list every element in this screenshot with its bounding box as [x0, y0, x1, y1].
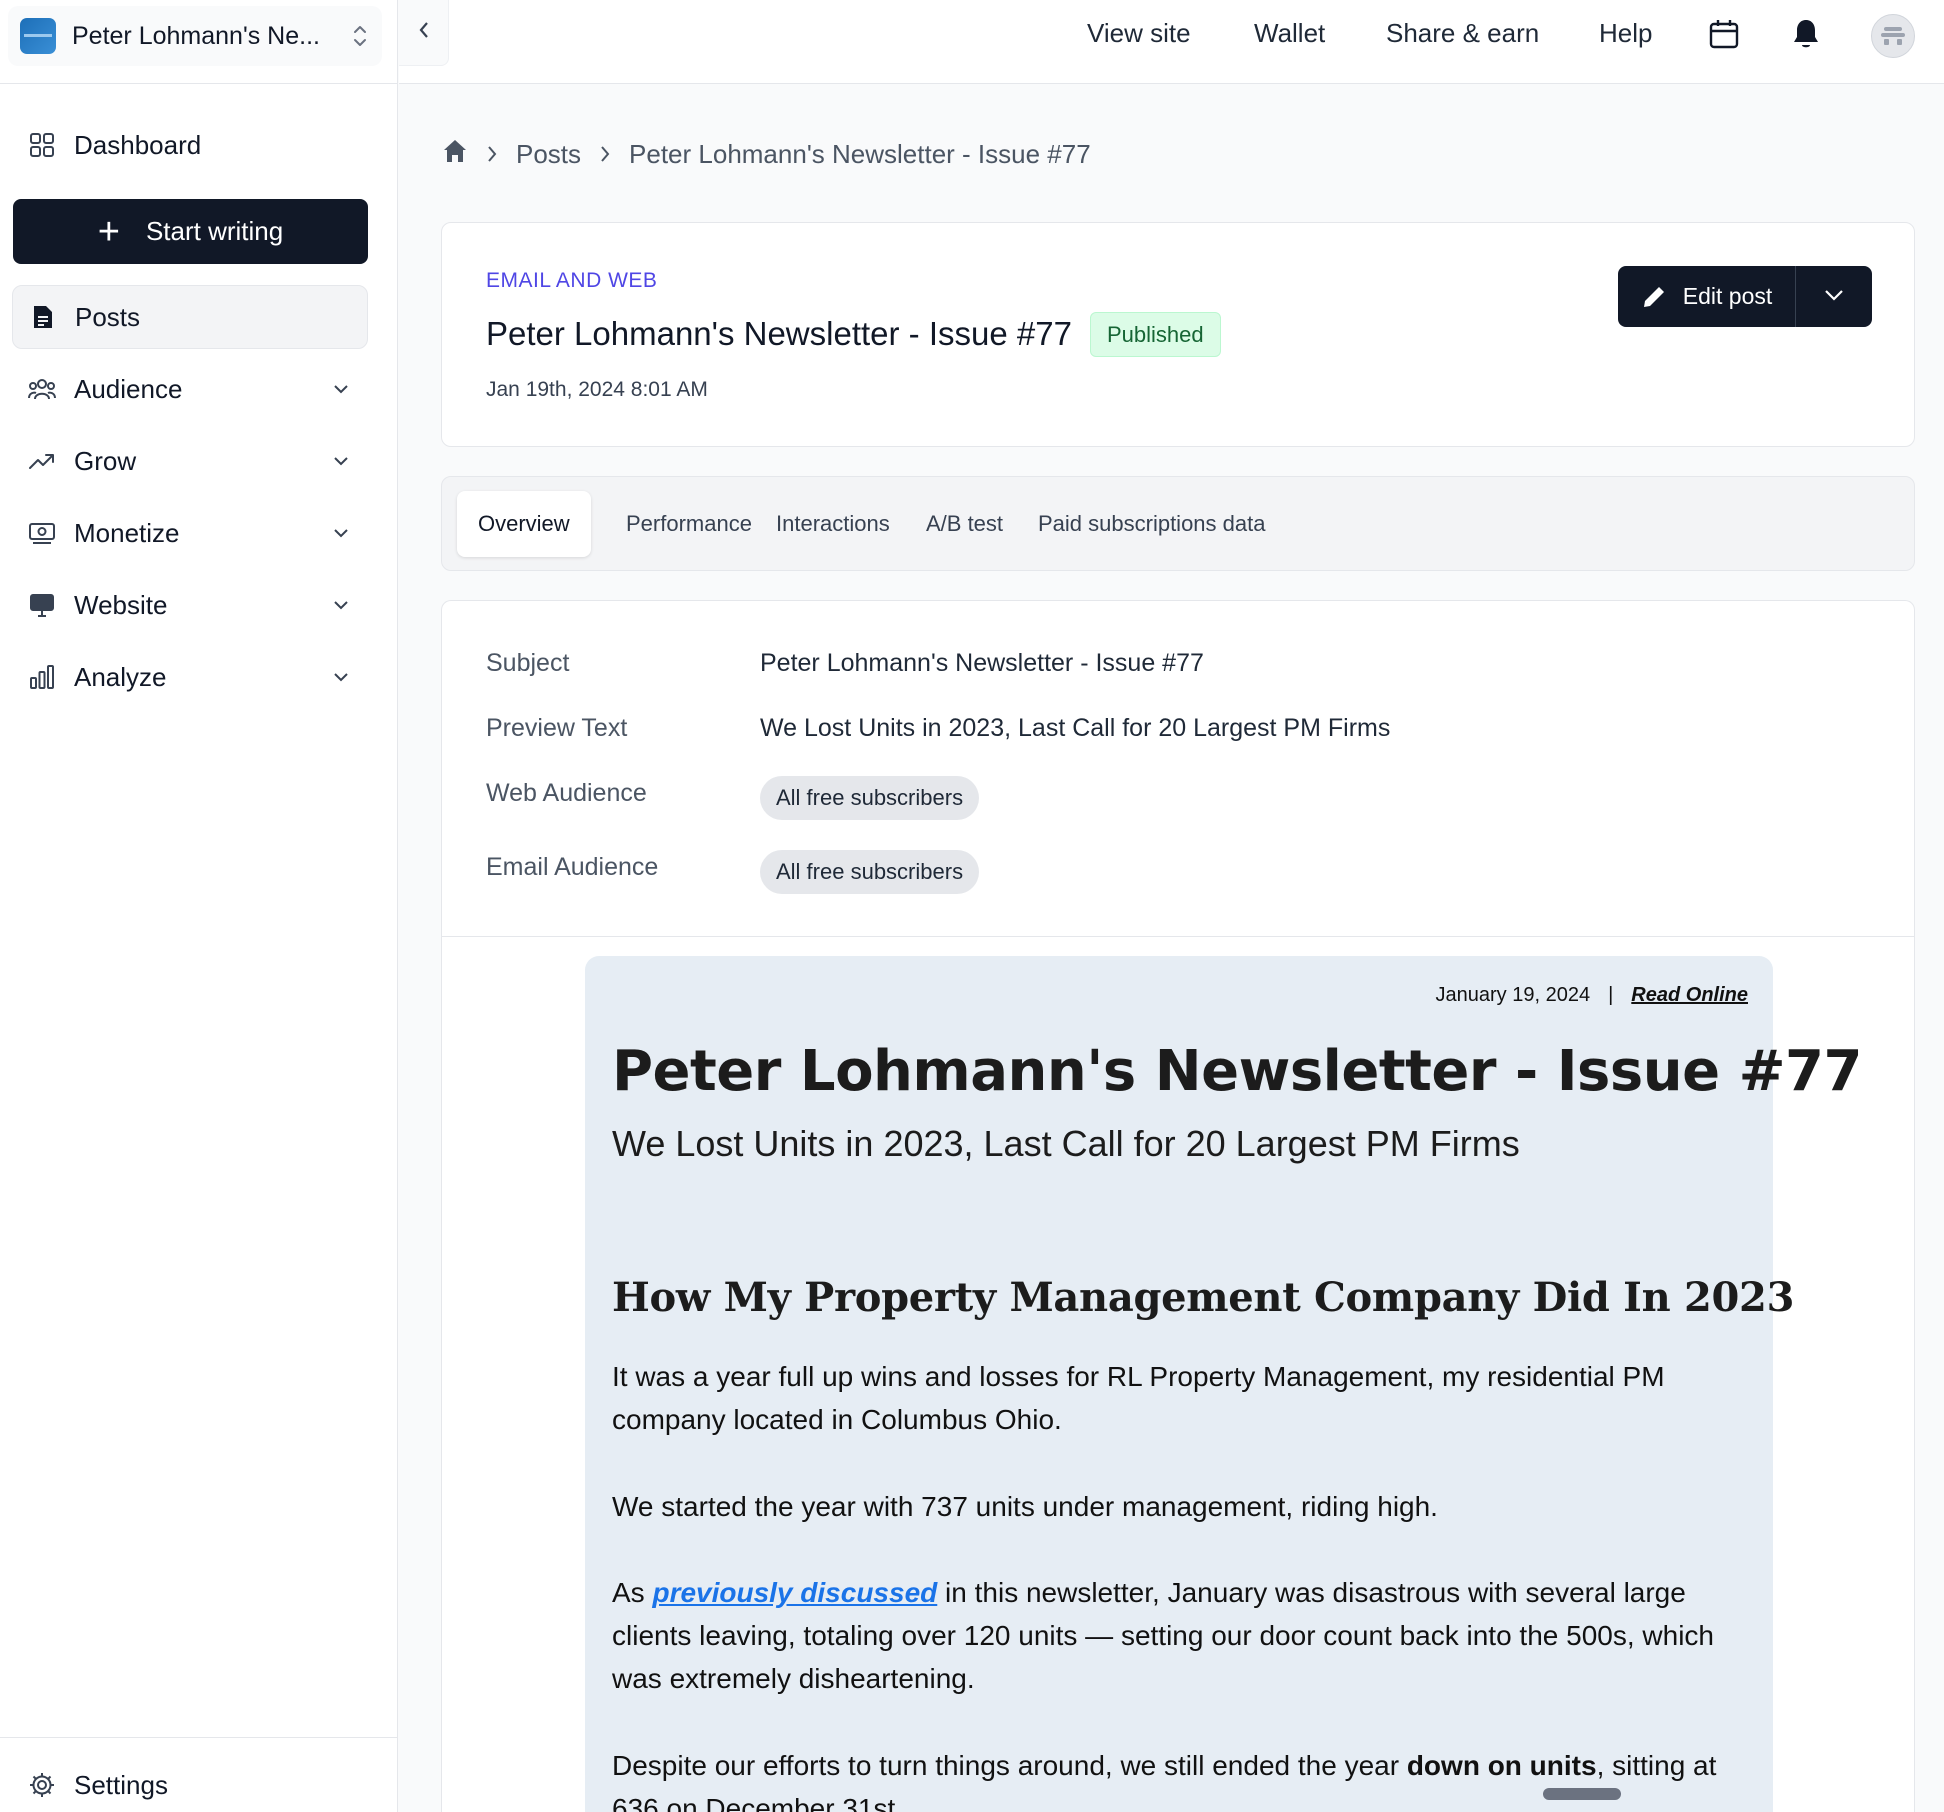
subject-label: Subject	[486, 649, 570, 677]
bell-icon[interactable]	[1788, 16, 1824, 52]
start-writing-label: Start writing	[145, 216, 284, 246]
start-writing-button[interactable]: + Start writing	[13, 199, 368, 264]
top-bar: View site Wallet Share & earn Help	[399, 0, 1944, 84]
email-bold-text: down on units	[1406, 1750, 1597, 1781]
chevron-left-icon	[418, 20, 430, 45]
help-link[interactable]: Help	[1599, 18, 1652, 49]
share-and-earn-link[interactable]: Share & earn	[1386, 18, 1539, 49]
sidebar-item-label: Audience	[74, 373, 183, 404]
sidebar: Peter Lohmann's Ne... Dashboard + Start …	[0, 0, 398, 1812]
chevron-down-icon	[1824, 288, 1844, 306]
chevron-right-icon	[486, 144, 498, 164]
avatar[interactable]	[1871, 14, 1915, 58]
sidebar-item-label: Dashboard	[74, 129, 202, 160]
email-audience-pill: All free subscribers	[760, 850, 980, 894]
sidebar-divider	[0, 1737, 398, 1738]
sidebar-item-analyze[interactable]: Analyze	[12, 645, 368, 709]
preview-text-value: We Lost Units in 2023, Last Call for 20 …	[760, 714, 1391, 742]
web-audience-label: Web Audience	[486, 779, 647, 807]
sidebar-item-label: Posts	[75, 301, 141, 332]
sidebar-item-monetize[interactable]: Monetize	[12, 501, 368, 565]
calendar-icon[interactable]	[1706, 16, 1742, 52]
publication-name: Peter Lohmann's Ne...	[72, 21, 320, 50]
edit-post-button-group: Edit post	[1618, 266, 1872, 327]
status-badge: Published	[1090, 312, 1221, 357]
email-date: January 19, 2024	[1435, 984, 1591, 1006]
post-tabs: Overview Performance Interactions A/B te…	[441, 476, 1915, 571]
cash-icon	[28, 519, 56, 547]
overview-card: Subject Peter Lohmann's Newsletter - Iss…	[441, 600, 1915, 1812]
chevron-right-icon	[599, 144, 611, 164]
email-paragraph: As previously discussed in this newslett…	[612, 1571, 1752, 1700]
tab-interactions[interactable]: Interactions	[755, 491, 911, 557]
sidebar-item-grow[interactable]: Grow	[12, 429, 368, 493]
post-header-card: EMAIL AND WEB Peter Lohmann's Newsletter…	[441, 222, 1915, 447]
sidebar-item-audience[interactable]: Audience	[12, 357, 368, 421]
view-site-link[interactable]: View site	[1087, 18, 1191, 49]
scrollbar-thumb[interactable]	[1543, 1788, 1621, 1800]
sidebar-item-label: Settings	[74, 1769, 168, 1800]
home-icon[interactable]	[442, 138, 468, 171]
chevron-up-down-icon	[350, 21, 370, 51]
email-text: As	[612, 1577, 653, 1608]
section-divider	[442, 936, 1914, 937]
email-date-row: January 19, 2024 | Read Online	[1436, 984, 1748, 1007]
email-text: Despite our efforts to turn things aroun…	[612, 1750, 1407, 1781]
email-paragraph: We started the year with 737 units under…	[612, 1491, 1438, 1522]
subject-value: Peter Lohmann's Newsletter - Issue #77	[760, 649, 1204, 677]
collapse-sidebar-button[interactable]	[399, 0, 449, 66]
sidebar-item-label: Website	[74, 589, 168, 620]
wallet-link[interactable]: Wallet	[1254, 18, 1325, 49]
chevron-down-icon	[330, 450, 352, 472]
breadcrumb: Posts Peter Lohmann's Newsletter - Issue…	[442, 136, 1091, 172]
sidebar-item-dashboard[interactable]: Dashboard	[12, 113, 368, 177]
plus-icon: +	[97, 210, 120, 253]
tab-ab-test[interactable]: A/B test	[905, 491, 1024, 557]
post-date: Jan 19th, 2024 8:01 AM	[486, 378, 708, 401]
edit-post-button[interactable]: Edit post	[1618, 266, 1796, 327]
sidebar-item-label: Monetize	[74, 517, 180, 548]
email-title: Peter Lohmann's Newsletter - Issue #77	[612, 1039, 1862, 1104]
grid-icon	[28, 131, 56, 159]
preview-text-label: Preview Text	[486, 714, 628, 742]
post-type-label: EMAIL AND WEB	[486, 269, 658, 292]
edit-post-label: Edit post	[1682, 283, 1773, 309]
email-paragraph: It was a year full up wins and losses fo…	[612, 1361, 1665, 1435]
sidebar-item-settings[interactable]: Settings	[12, 1753, 368, 1812]
document-icon	[29, 303, 57, 331]
chevron-down-icon	[330, 666, 352, 688]
sidebar-item-website[interactable]: Website	[12, 573, 368, 637]
users-icon	[28, 375, 56, 403]
email-preview: January 19, 2024 | Read Online Peter Loh…	[585, 956, 1862, 1812]
tab-overview[interactable]: Overview	[457, 491, 591, 557]
chevron-down-icon	[330, 522, 352, 544]
monitor-icon	[28, 591, 56, 619]
pencil-icon	[1641, 284, 1667, 310]
email-date-separator: |	[1608, 984, 1614, 1006]
sidebar-item-label: Analyze	[74, 661, 167, 692]
gear-icon	[28, 1771, 56, 1799]
tab-performance[interactable]: Performance	[605, 491, 773, 557]
chevron-down-icon	[330, 594, 352, 616]
web-audience-pill: All free subscribers	[760, 776, 980, 820]
email-subtitle: We Lost Units in 2023, Last Call for 20 …	[612, 1123, 1520, 1164]
sidebar-item-posts[interactable]: Posts	[12, 285, 368, 349]
publication-switcher[interactable]: Peter Lohmann's Ne...	[8, 6, 382, 66]
read-online-link[interactable]: Read Online	[1631, 984, 1748, 1007]
breadcrumb-posts-link[interactable]: Posts	[516, 139, 581, 170]
sidebar-divider	[0, 83, 398, 84]
bar-chart-icon	[28, 663, 56, 691]
post-title: Peter Lohmann's Newsletter - Issue #77	[486, 315, 1072, 352]
chevron-down-icon	[330, 378, 352, 400]
trending-up-icon	[28, 447, 56, 475]
sidebar-item-label: Grow	[74, 445, 137, 476]
email-paragraph: Despite our efforts to turn things aroun…	[612, 1744, 1752, 1812]
breadcrumb-current: Peter Lohmann's Newsletter - Issue #77	[629, 138, 1091, 169]
publication-logo	[20, 18, 56, 54]
email-section-heading: How My Property Management Company Did I…	[612, 1274, 1795, 1321]
email-audience-label: Email Audience	[486, 853, 659, 881]
tab-paid-subscriptions-data[interactable]: Paid subscriptions data	[1017, 491, 1286, 557]
previously-discussed-link[interactable]: previously discussed	[652, 1577, 937, 1608]
edit-options-dropdown[interactable]	[1796, 266, 1872, 327]
